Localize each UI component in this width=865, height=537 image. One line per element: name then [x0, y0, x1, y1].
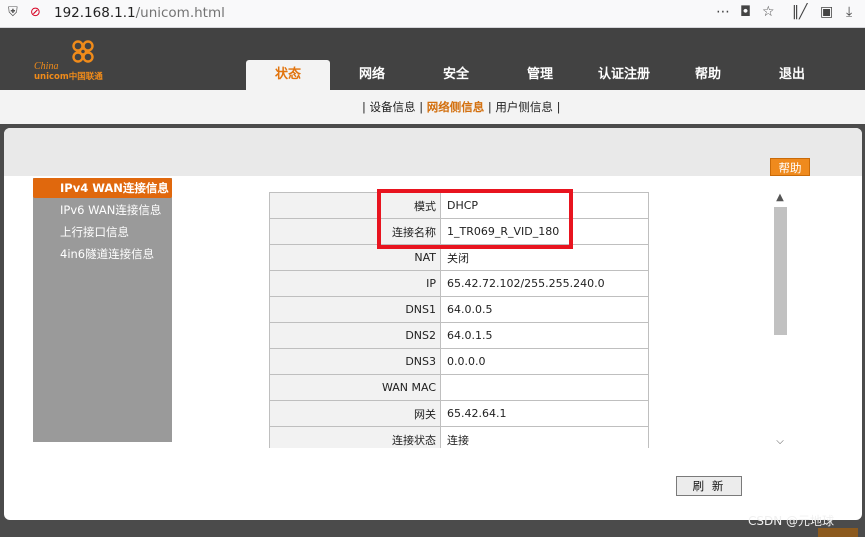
browser-toolbar: ⛨ ⊘ 192.168.1.1/unicom.html ⋯ ◘ ☆ ‖╱ ▣ ⤓	[0, 0, 865, 28]
router-header: China unicom中国联通 状态 网络 安全 管理 认证注册 帮助 退出	[0, 28, 865, 90]
subnav-sep: |	[419, 100, 424, 114]
row-label: DNS2	[269, 322, 441, 349]
subnav-network-side-info[interactable]: 网络侧信息	[427, 100, 485, 114]
table-row: 连接状态 连接	[269, 426, 649, 448]
row-label: 网关	[269, 400, 441, 427]
shield-icon[interactable]: ⛨	[8, 5, 18, 21]
row-value: 64.0.0.5	[440, 296, 649, 323]
table-row: IP 65.42.72.102/255.255.240.0	[269, 270, 649, 297]
china-unicom-logo: China unicom中国联通	[34, 40, 116, 84]
row-label: 连接状态	[269, 426, 441, 448]
row-label: DNS1	[269, 296, 441, 323]
table-row: DNS2 64.0.1.5	[269, 322, 649, 349]
sidemenu-ipv4-wan[interactable]: IPv4 WAN连接信息	[33, 178, 172, 198]
ellipsis-icon[interactable]: ⋯	[716, 4, 730, 20]
nav-status[interactable]: 状态	[246, 60, 330, 90]
url-path: /unicom.html	[135, 5, 225, 21]
table-row: 网关 65.42.64.1	[269, 400, 649, 427]
subnav-sep: |	[487, 100, 492, 114]
row-value: 64.0.1.5	[440, 322, 649, 349]
sidebar-icon[interactable]: ▣	[820, 4, 833, 20]
content-panel: 帮助 IPv4 WAN连接信息 IPv6 WAN连接信息 上行接口信息 4in6…	[4, 128, 862, 520]
subnav-sep: |	[556, 100, 561, 114]
highlight-box	[377, 189, 573, 249]
logo-text-china: China	[34, 61, 59, 72]
star-icon[interactable]: ☆	[762, 4, 775, 20]
row-label: IP	[269, 270, 441, 297]
table-row: DNS3 0.0.0.0	[269, 348, 649, 375]
nav-management[interactable]: 管理	[498, 60, 582, 90]
sidemenu-4in6-tunnel[interactable]: 4in6隧道连接信息	[33, 244, 172, 264]
csdn-watermark: CSDN @元地球	[748, 514, 835, 528]
download-icon[interactable]: ⤓	[846, 4, 852, 20]
refresh-button[interactable]: 刷 新	[676, 476, 742, 496]
row-value: 连接	[440, 426, 649, 448]
main-nav: 状态 网络 安全 管理 认证注册 帮助 退出	[246, 60, 834, 90]
nav-logout[interactable]: 退出	[750, 60, 834, 90]
nav-security[interactable]: 安全	[414, 60, 498, 90]
row-value	[440, 374, 649, 401]
nav-help[interactable]: 帮助	[666, 60, 750, 90]
nav-network[interactable]: 网络	[330, 60, 414, 90]
library-icon[interactable]: ‖╱	[792, 4, 807, 20]
scroll-up-icon[interactable]: ▲	[772, 191, 788, 205]
table-row: WAN MAC	[269, 374, 649, 401]
subnav-sep: |	[362, 100, 366, 114]
panel-header-strip	[4, 128, 862, 176]
vertical-scrollbar[interactable]: ▲ ⌵	[772, 191, 788, 449]
nav-auth-register[interactable]: 认证注册	[582, 60, 666, 90]
insecure-lock-icon[interactable]: ⊘	[30, 5, 41, 21]
subnav-user-side-info[interactable]: 用户侧信息	[495, 100, 553, 114]
help-button[interactable]: 帮助	[770, 158, 810, 176]
scroll-down-icon[interactable]: ⌵	[772, 435, 788, 449]
row-label: DNS3	[269, 348, 441, 375]
sub-nav: | 设备信息 | 网络侧信息 | 用户侧信息 |	[0, 90, 865, 124]
logo-text-unicom: unicom中国联通	[34, 72, 103, 82]
table-row: DNS1 64.0.0.5	[269, 296, 649, 323]
corner-decoration	[818, 528, 858, 537]
pocket-icon[interactable]: ◘	[740, 4, 751, 20]
row-value: 0.0.0.0	[440, 348, 649, 375]
row-value: 65.42.64.1	[440, 400, 649, 427]
subnav-device-info[interactable]: 设备信息	[370, 100, 416, 114]
row-label: WAN MAC	[269, 374, 441, 401]
scroll-thumb[interactable]	[774, 207, 787, 335]
url-bar[interactable]: 192.168.1.1/unicom.html	[54, 5, 225, 21]
sidemenu-uplink-interface[interactable]: 上行接口信息	[33, 222, 172, 242]
url-host: 192.168.1.1	[54, 5, 136, 21]
side-menu: IPv4 WAN连接信息 IPv6 WAN连接信息 上行接口信息 4in6隧道连…	[33, 178, 172, 442]
sidemenu-ipv6-wan[interactable]: IPv6 WAN连接信息	[33, 200, 172, 220]
row-value: 65.42.72.102/255.255.240.0	[440, 270, 649, 297]
